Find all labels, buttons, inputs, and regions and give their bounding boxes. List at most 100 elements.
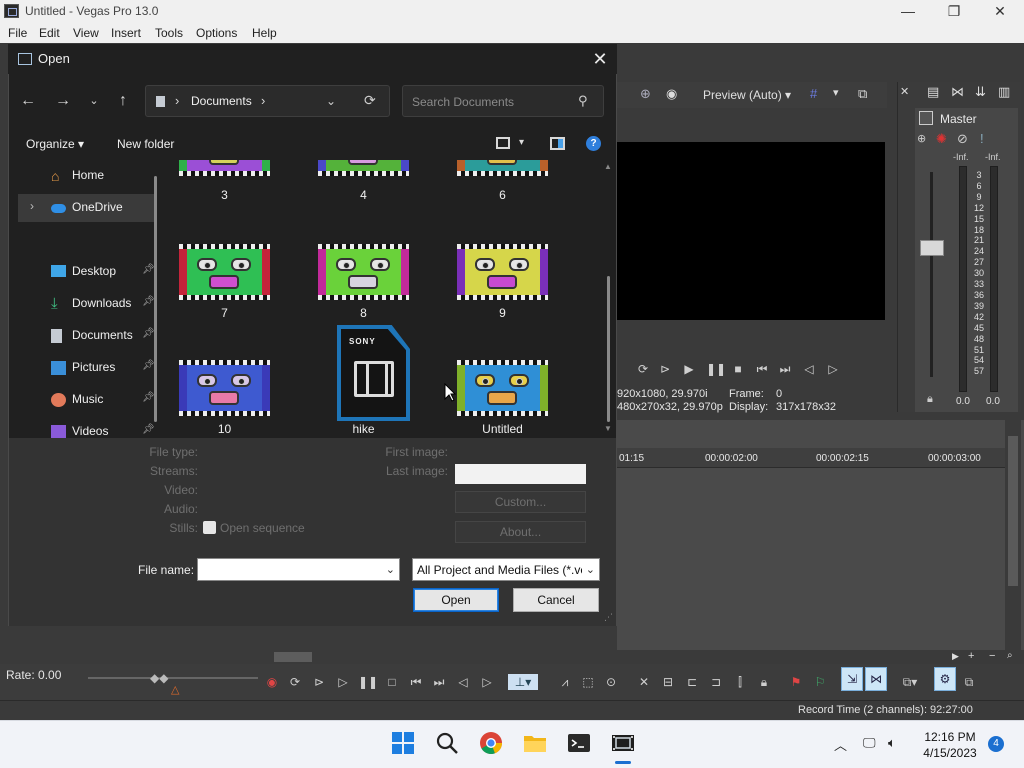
vertical-scrollbar[interactable]: [1005, 420, 1021, 650]
pause-transport-icon[interactable]: ❚❚: [358, 674, 378, 690]
go-to-start-icon[interactable]: ⏮: [755, 362, 769, 376]
chrome-icon[interactable]: [478, 730, 504, 756]
trim-end-icon[interactable]: ⊐: [707, 674, 725, 690]
nav-item-desktop[interactable]: Desktop 📌︎: [18, 258, 156, 286]
snapping-icon[interactable]: ⇲: [841, 667, 863, 691]
nav-item-onedrive[interactable]: › OneDrive: [18, 194, 156, 222]
view-options-dropdown-icon[interactable]: ▾: [519, 137, 524, 148]
dialog-close-button[interactable]: ✕: [586, 48, 614, 70]
normal-edit-tool-icon[interactable]: ⊥▾: [508, 674, 538, 690]
insert-marker-icon[interactable]: ⚑: [787, 674, 805, 690]
stop-icon[interactable]: ■: [731, 362, 745, 376]
downmix-icon[interactable]: ⇊: [975, 84, 986, 100]
file-type-select[interactable]: All Project and Media Files (*.ve ⌄: [412, 558, 600, 581]
nav-item-documents[interactable]: Documents 📌︎: [18, 322, 156, 350]
preview-settings-icon[interactable]: ⊕: [640, 86, 651, 102]
file-name-dropdown-icon[interactable]: ⌄: [386, 563, 395, 576]
play-transport-icon[interactable]: ▷: [334, 674, 352, 690]
zoom-tool-icon[interactable]: ⌕: [1007, 650, 1013, 661]
zoom-in-icon[interactable]: +: [968, 650, 974, 662]
master-properties-icon[interactable]: ▤: [927, 84, 939, 100]
go-to-end-icon[interactable]: ⏭: [778, 362, 792, 376]
auto-crossfade-icon[interactable]: ⋈: [865, 667, 887, 691]
master-mute-icon[interactable]: ⊘: [957, 131, 968, 147]
preview-quality-icon[interactable]: ◉: [666, 86, 677, 102]
show-hidden-icons-chevron-icon[interactable]: ︿: [834, 735, 847, 754]
search-documents-box[interactable]: Search Documents ⚲: [402, 85, 604, 117]
menu-help[interactable]: Help: [252, 26, 277, 40]
zoom-edit-tool-icon[interactable]: ⊙: [602, 674, 620, 690]
file-item[interactable]: 10: [168, 360, 270, 438]
preview-quality-dropdown[interactable]: Preview (Auto) ▾: [703, 88, 791, 102]
play-from-start-icon[interactable]: ⊳: [658, 362, 672, 376]
nav-pane-scrollbar[interactable]: [154, 176, 157, 422]
stop-transport-icon[interactable]: □: [383, 674, 401, 690]
playback-rate-slider[interactable]: [88, 677, 258, 679]
forward-arrow-icon[interactable]: →: [53, 91, 73, 111]
play-from-start-transport-icon[interactable]: ⊳: [310, 674, 328, 690]
copy-snapshot-icon[interactable]: ⧉: [858, 86, 867, 102]
file-explorer-icon[interactable]: [522, 730, 548, 756]
terminal-icon[interactable]: [566, 730, 592, 756]
open-sequence-checkbox[interactable]: [203, 521, 216, 534]
scroll-down-icon[interactable]: ▼: [604, 424, 612, 433]
file-item[interactable]: 9: [446, 244, 548, 354]
vegas-taskbar-icon[interactable]: [610, 730, 636, 756]
previous-frame-transport-icon[interactable]: ◁: [454, 674, 472, 690]
file-item[interactable]: 3: [168, 160, 270, 230]
selection-tool-icon[interactable]: ⬚: [579, 674, 597, 690]
back-arrow-icon[interactable]: ←: [18, 91, 38, 111]
horizontal-scrollbar[interactable]: [260, 650, 1022, 664]
maximize-button[interactable]: ❐: [931, 0, 977, 23]
dim-output-icon[interactable]: ▥: [998, 84, 1010, 100]
nav-item-pictures[interactable]: Pictures 📌︎: [18, 354, 156, 382]
cancel-button[interactable]: Cancel: [513, 588, 599, 612]
envelope-tool-icon[interactable]: ⩘: [556, 674, 574, 690]
file-type-dropdown-icon[interactable]: ⌄: [586, 563, 595, 576]
menu-edit[interactable]: Edit: [39, 26, 60, 40]
search-icon[interactable]: ⚲: [578, 93, 588, 109]
ignore-grouping-icon[interactable]: ⧉: [960, 674, 978, 690]
menu-insert[interactable]: Insert: [111, 26, 141, 40]
trim-start-icon[interactable]: ⊏: [683, 674, 701, 690]
loop-playback-icon[interactable]: ⟳: [286, 674, 304, 690]
play-icon[interactable]: ▶: [682, 362, 696, 376]
previous-frame-icon[interactable]: ◁: [802, 362, 816, 376]
up-arrow-icon[interactable]: ↑: [113, 91, 133, 111]
nav-item-home[interactable]: ⌂ Home: [18, 162, 156, 190]
search-taskbar-icon[interactable]: [434, 730, 460, 756]
organize-menu-button[interactable]: Organize ▾: [26, 137, 84, 151]
taskbar-clock[interactable]: 12:16 PM 4/15/2023: [918, 729, 982, 761]
master-fader[interactable]: [920, 240, 944, 256]
minimize-button[interactable]: —: [885, 0, 931, 23]
record-icon[interactable]: ◉: [263, 674, 281, 690]
change-view-icon[interactable]: [496, 137, 510, 149]
overlays-dropdown-icon[interactable]: ▾: [833, 86, 839, 99]
file-item[interactable]: 6: [446, 160, 548, 230]
vertical-scrollbar-thumb[interactable]: [1008, 436, 1018, 586]
master-fx-bypass-icon[interactable]: ✺: [936, 131, 947, 147]
master-solo-icon[interactable]: !: [980, 131, 984, 146]
nav-item-downloads[interactable]: ⤓ Downloads 📌︎: [18, 290, 156, 318]
master-pan-icon[interactable]: ⊕: [917, 132, 926, 145]
about-button[interactable]: About...: [455, 521, 586, 543]
volume-icon[interactable]: 🔈︎: [888, 735, 896, 751]
breadcrumb-separator-icon[interactable]: ›: [175, 93, 179, 108]
go-to-start-transport-icon[interactable]: ⏮: [407, 674, 425, 690]
insert-region-icon[interactable]: ⚐: [811, 674, 829, 690]
help-icon[interactable]: ?: [586, 136, 601, 151]
split-icon[interactable]: ⫿: [731, 674, 749, 690]
preview-pane-icon[interactable]: [550, 137, 565, 150]
lock-envelopes-icon[interactable]: ⚙: [934, 667, 956, 691]
loop-icon[interactable]: ⟳: [636, 362, 650, 376]
file-item[interactable]: Untitled: [446, 360, 548, 438]
close-window-button[interactable]: ✕: [977, 0, 1023, 23]
horizontal-scrollbar-thumb[interactable]: [274, 652, 312, 662]
resize-grip-icon[interactable]: ⋰: [604, 612, 613, 623]
delete-icon[interactable]: ✕: [635, 674, 653, 690]
open-button[interactable]: Open: [413, 588, 499, 612]
expand-chevron-icon[interactable]: ›: [30, 199, 34, 213]
scroll-right-icon[interactable]: ▶: [952, 651, 959, 662]
menu-tools[interactable]: Tools: [155, 26, 183, 40]
zoom-out-icon[interactable]: −: [989, 650, 995, 662]
